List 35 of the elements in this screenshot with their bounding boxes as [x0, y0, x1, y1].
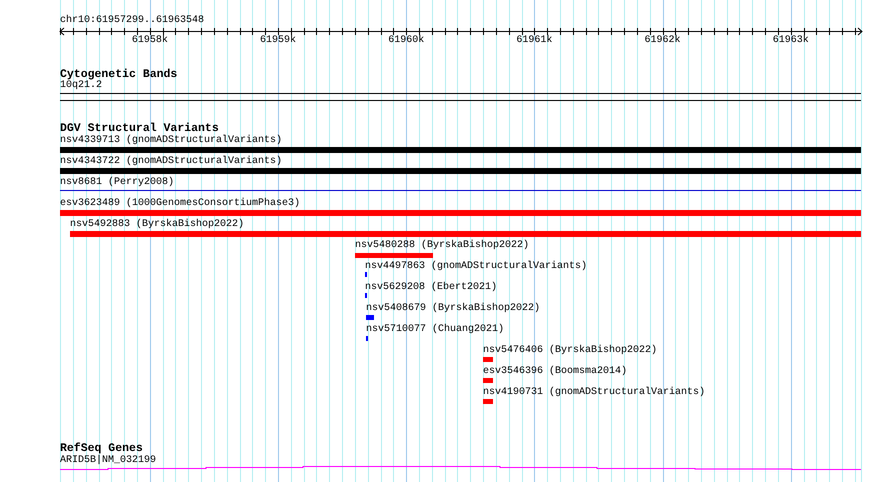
ruler-tick-label: 61960k — [388, 35, 424, 47]
variant-label: nsv4190731 (gnomADStructuralVariants) — [483, 387, 706, 399]
variant-label: nsv4339713 (gnomADStructuralVariants) — [60, 135, 282, 147]
track-title: DGV Structural Variants — [60, 122, 219, 135]
band-label: 10q21.2 — [60, 80, 102, 92]
ruler-tick-label: 61963k — [772, 35, 809, 47]
variant-bar[interactable] — [60, 168, 861, 174]
variant-label: nsv5476406 (ByrskaBishop2022) — [483, 345, 658, 357]
variant-bar[interactable] — [483, 399, 493, 404]
variant-label: nsv5492883 (ByrskaBishop2022) — [70, 219, 244, 231]
variant-bar[interactable] — [483, 378, 493, 383]
variant-label: nsv4497863 (gnomADStructuralVariants) — [365, 261, 588, 273]
gene-label: ARID5B|NM_032199 — [60, 455, 156, 467]
variant-label: nsv5629208 (Ebert2021) — [365, 282, 498, 294]
track-title: RefSeq Genes — [60, 442, 143, 455]
variant-label: nsv5710077 (Chuang2021) — [366, 324, 504, 336]
gene-line[interactable] — [60, 466, 862, 470]
variant-bar[interactable] — [70, 231, 861, 237]
variant-label: esv3623489 (1000GenomesConsortiumPhase3) — [60, 198, 300, 210]
variant-bar[interactable] — [60, 210, 861, 216]
variant-label: esv3546396 (Boomsma2014) — [483, 366, 628, 378]
variant-label: nsv5480288 (ByrskaBishop2022) — [355, 240, 530, 252]
ruler-tick-label: 61959k — [260, 35, 296, 47]
variant-label: nsv8681 (Perry2008) — [60, 177, 174, 189]
variant-bar[interactable] — [483, 357, 493, 362]
variant-bar[interactable] — [355, 253, 433, 258]
variant-bar[interactable] — [60, 147, 861, 153]
variant-label: nsv5408679 (ByrskaBishop2022) — [366, 303, 540, 315]
ruler-tick-label: 61958k — [132, 35, 168, 47]
location-label: chr10:61957299..61963548 — [60, 15, 204, 27]
variant-label: nsv4343722 (gnomADStructuralVariants) — [60, 156, 282, 168]
ruler-tick-label: 61961k — [516, 35, 552, 47]
variant-bar[interactable] — [366, 315, 374, 320]
track-title: Cytogenetic Bands — [60, 68, 178, 81]
ruler-tick-label: 61962k — [644, 35, 681, 47]
